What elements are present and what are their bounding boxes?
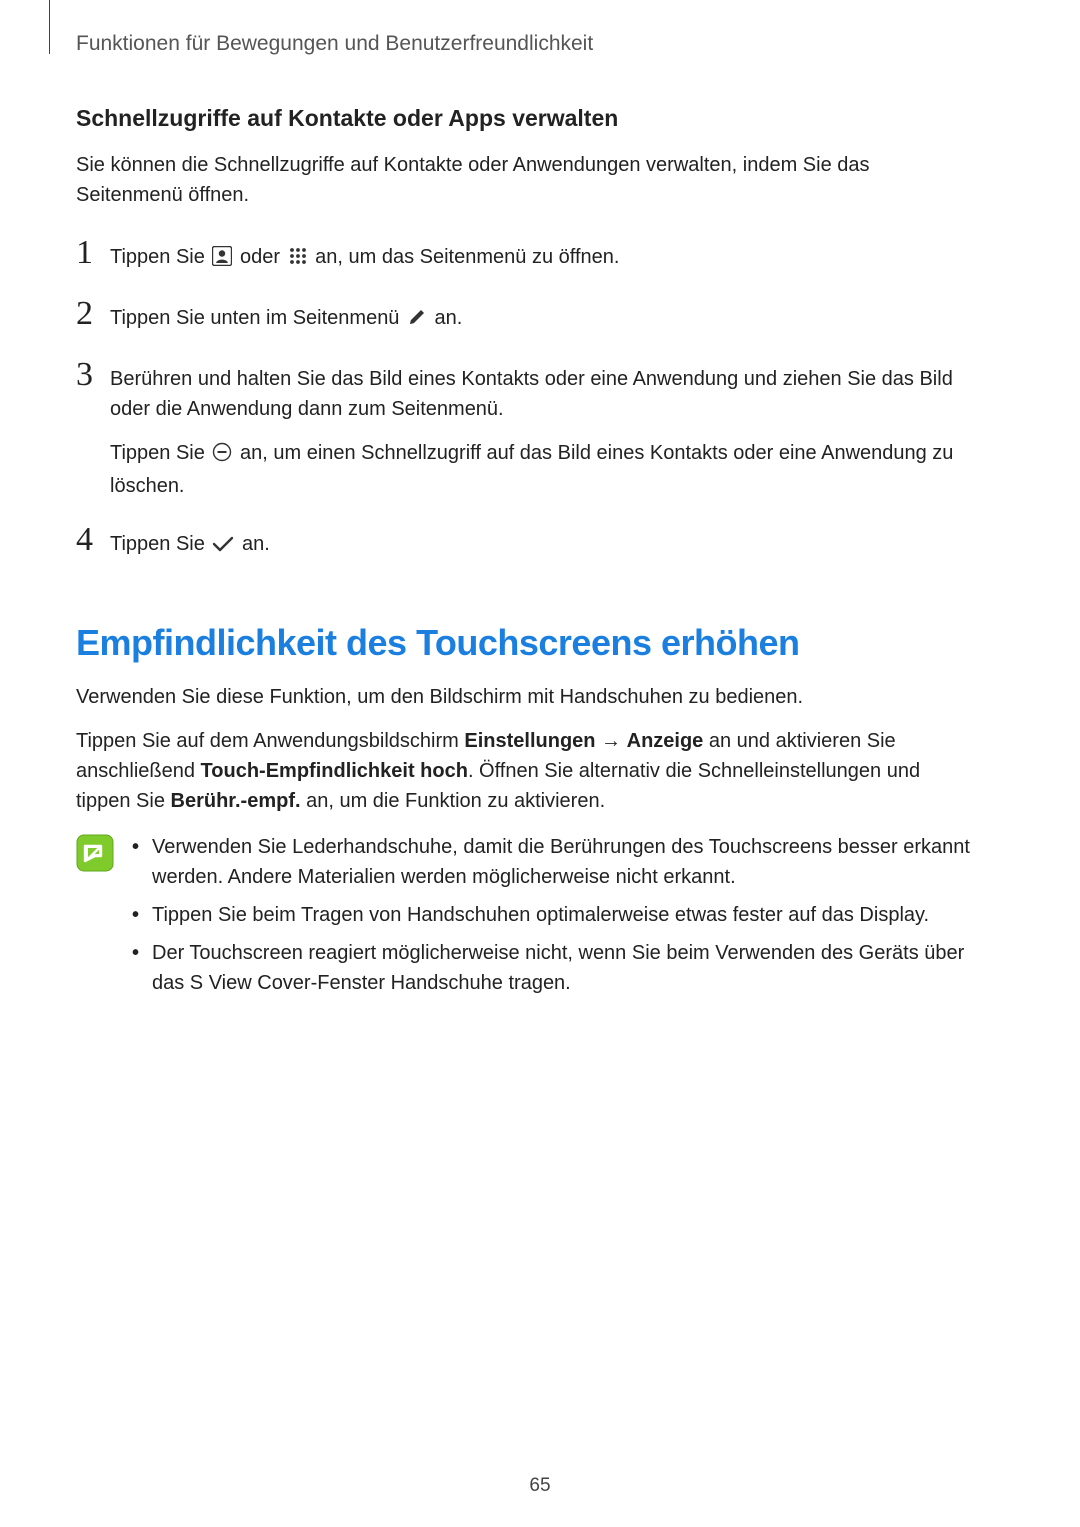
note-item: • Tippen Sie beim Tragen von Handschuhen… — [132, 900, 976, 930]
body-paragraph: Verwenden Sie diese Funktion, um den Bil… — [76, 682, 976, 712]
note-icon — [76, 859, 114, 876]
section-title: Empfindlichkeit des Touchscreens erhöhen — [76, 622, 976, 664]
step-body: Tippen Sie unten im Seitenmenü an. — [110, 297, 976, 336]
note-list: • Verwenden Sie Lederhandschuhe, damit d… — [132, 832, 976, 1006]
step-text: oder — [234, 246, 285, 268]
body-text: an, um die Funktion zu aktivieren. — [301, 790, 606, 812]
delete-circle-icon — [212, 441, 232, 471]
note-block: • Verwenden Sie Lederhandschuhe, damit d… — [76, 832, 976, 1006]
intro-paragraph: Sie können die Schnellzugriffe auf Konta… — [76, 150, 976, 210]
step-text: an. — [429, 307, 462, 329]
chapter-title: Funktionen für Bewegungen und Benutzerfr… — [76, 32, 593, 56]
note-text: Verwenden Sie Lederhandschuhe, damit die… — [152, 832, 976, 892]
step-number: 1 — [76, 236, 110, 270]
step-text: Tippen Sie unten im Seitenmenü — [110, 307, 405, 329]
note-text: Der Touchscreen reagiert möglicherweise … — [152, 938, 976, 998]
note-text: Tippen Sie beim Tragen von Handschuhen o… — [152, 900, 976, 930]
step-body: Tippen Sie oder an, um das Seitenmenü zu… — [110, 236, 976, 275]
step-text: Tippen Sie — [110, 442, 210, 464]
note-icon-column — [76, 832, 132, 877]
grid-icon — [288, 245, 308, 275]
step-number: 3 — [76, 358, 110, 392]
bullet: • — [132, 832, 152, 862]
content-area: Schnellzugriffe auf Kontakte oder Apps v… — [76, 105, 976, 1006]
ui-path-bold: Berühr.-empf. — [171, 790, 301, 812]
ui-path-bold: Touch-Empfindlichkeit hoch — [201, 760, 468, 782]
step-text: an, um einen Schnellzugriff auf das Bild… — [110, 442, 953, 497]
note-item: • Verwenden Sie Lederhandschuhe, damit d… — [132, 832, 976, 892]
step-body: Berühren und halten Sie das Bild eines K… — [110, 358, 976, 501]
bullet: • — [132, 938, 152, 968]
pencil-icon — [407, 306, 427, 336]
step-text: Tippen Sie — [110, 533, 210, 555]
step-body: Tippen Sie an. — [110, 523, 976, 562]
step-text: Berühren und halten Sie das Bild eines K… — [110, 364, 976, 424]
step-text: Tippen Sie — [110, 246, 210, 268]
step-4: 4 Tippen Sie an. — [76, 523, 976, 562]
step-text: an, um das Seitenmenü zu öffnen. — [310, 246, 620, 268]
subheading: Schnellzugriffe auf Kontakte oder Apps v… — [76, 105, 976, 132]
arrow-separator: → — [596, 730, 627, 752]
step-1: 1 Tippen Sie oder an, um das Seitenmenü … — [76, 236, 976, 275]
page-number: 65 — [0, 1475, 1080, 1497]
note-item: • Der Touchscreen reagiert möglicherweis… — [132, 938, 976, 998]
ui-path-bold: Einstellungen — [464, 730, 595, 752]
step-number: 2 — [76, 297, 110, 331]
contact-icon — [212, 245, 232, 275]
page: Funktionen für Bewegungen und Benutzerfr… — [0, 0, 1080, 1527]
step-number: 4 — [76, 523, 110, 557]
body-text: Tippen Sie auf dem Anwendungsbildschirm — [76, 730, 464, 752]
step-text: an. — [236, 533, 269, 555]
bullet: • — [132, 900, 152, 930]
corner-rule — [49, 0, 50, 54]
ui-path-bold: Anzeige — [627, 730, 704, 752]
check-icon — [212, 532, 234, 562]
body-paragraph: Tippen Sie auf dem Anwendungsbildschirm … — [76, 726, 976, 816]
step-3: 3 Berühren und halten Sie das Bild eines… — [76, 358, 976, 501]
step-2: 2 Tippen Sie unten im Seitenmenü an. — [76, 297, 976, 336]
